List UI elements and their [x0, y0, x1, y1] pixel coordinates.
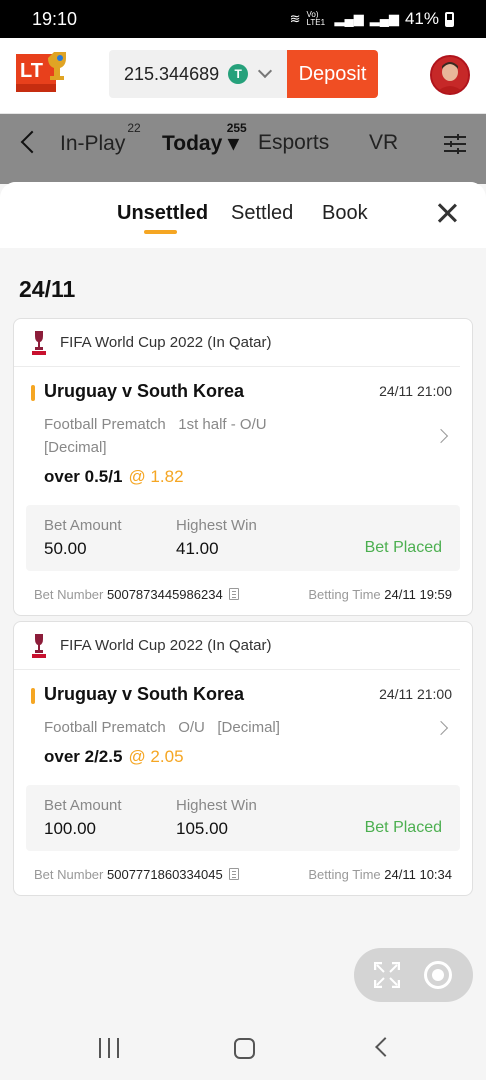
bet-number-value: 5007873445986234: [107, 587, 223, 602]
home-icon[interactable]: [234, 1038, 255, 1059]
tether-coin-icon: T: [228, 64, 249, 84]
battery-percent: 41%: [404, 9, 439, 28]
active-tab-indicator: [144, 230, 177, 234]
pick-row: over 0.5/1 @ 1.82: [44, 467, 472, 487]
betting-time: Betting Time 24/11 10:34: [308, 867, 452, 882]
bet-card: FIFA World Cup 2022 (In Qatar) Uruguay v…: [13, 621, 473, 896]
back-icon[interactable]: [375, 1037, 395, 1057]
signal-icon-2: ▂▄▆: [369, 11, 399, 26]
bet-history-sheet: Unsettled Settled Book 24/11 FIFA World …: [0, 182, 486, 1080]
app-header: LT 215.344689 T Deposit: [0, 38, 486, 114]
odds-format: [Decimal]: [44, 439, 107, 456]
betting-time: Betting Time 24/11 19:59: [308, 587, 452, 602]
status-bar: 19:10 ≋ Vo) LTE1 ▂▄▆ ▂▄▆ 41%: [0, 0, 486, 38]
bet-number: Bet Number 5007873445986234: [34, 587, 239, 602]
card-footer: Bet Number 5007771860334045 Betting Time…: [14, 851, 472, 895]
battery-icon: [445, 11, 454, 27]
tab-unsettled[interactable]: Unsettled: [117, 202, 208, 225]
signal-icon: ▂▄▆: [334, 11, 364, 26]
bet-history-tabs: Unsettled Settled Book: [0, 182, 486, 248]
highest-win-value: 41.00: [176, 539, 219, 558]
chevron-right-icon[interactable]: [433, 720, 449, 736]
bet-number-value: 5007771860334045: [107, 867, 223, 882]
date-heading: 24/11: [19, 276, 76, 302]
match-row[interactable]: Uruguay v South Korea 24/11 21:00: [14, 684, 472, 708]
bet-status: Bet Placed: [364, 539, 442, 556]
nav-tab-esports[interactable]: Esports: [258, 131, 329, 155]
world-cup-icon: [32, 633, 46, 658]
logo-text: LT: [20, 60, 43, 82]
bet-summary: Bet Amount 50.00 Highest Win 41.00 Bet P…: [26, 505, 460, 571]
card-league-header: FIFA World Cup 2022 (In Qatar): [14, 622, 460, 670]
match-indicator: [31, 385, 35, 401]
market-info: Football Prematch 1st half - O/U [Decima…: [44, 413, 344, 459]
bet-card: FIFA World Cup 2022 (In Qatar) Uruguay v…: [13, 318, 473, 616]
bet-amount-value: 100.00: [44, 819, 96, 838]
balance-selector[interactable]: 215.344689 T: [109, 50, 287, 98]
highest-win-label: Highest Win: [176, 797, 257, 814]
highest-win-label: Highest Win: [176, 517, 257, 534]
market-line: Football Prematch 1st half - O/U: [44, 416, 267, 433]
system-navigation-bar: [0, 1018, 486, 1080]
match-title: Uruguay v South Korea: [44, 381, 245, 401]
record-icon[interactable]: [424, 961, 452, 989]
nav-tab-vr[interactable]: VR: [369, 131, 398, 155]
avatar-image: [432, 57, 468, 93]
nav-tab-inplay[interactable]: In-Play22: [60, 121, 141, 156]
floating-widget: [354, 948, 473, 1002]
betting-time-value: 24/11 19:59: [384, 587, 452, 602]
status-icons: ≋ Vo) LTE1 ▂▄▆ ▂▄▆ 41%: [290, 9, 454, 29]
match-title: Uruguay v South Korea: [44, 684, 245, 704]
sports-nav: In-Play22 Today ▾255 Esports VR: [0, 114, 486, 184]
deposit-button[interactable]: Deposit: [287, 50, 378, 98]
pick-selection: over 2/2.5: [44, 747, 123, 766]
pick-row: over 2/2.5 @ 2.05: [44, 747, 472, 767]
logo-icon[interactable]: LT: [16, 50, 68, 98]
copy-icon[interactable]: [228, 588, 239, 600]
match-indicator: [31, 688, 35, 704]
card-footer: Bet Number 5007873445986234 Betting Time…: [14, 571, 472, 615]
copy-icon[interactable]: [228, 868, 239, 880]
highest-win-value: 105.00: [176, 819, 228, 838]
match-row[interactable]: Uruguay v South Korea 24/11 21:00: [14, 381, 472, 405]
market-line: Football Prematch O/U [Decimal]: [44, 719, 280, 736]
market-info: Football Prematch O/U [Decimal]: [44, 716, 344, 739]
nav-tab-today[interactable]: Today ▾255: [162, 121, 247, 156]
pick-selection: over 0.5/1: [44, 467, 123, 486]
tab-book[interactable]: Book: [322, 202, 368, 225]
close-icon[interactable]: [436, 202, 458, 224]
chevron-down-icon: [258, 63, 273, 79]
card-league-header: FIFA World Cup 2022 (In Qatar): [14, 319, 460, 367]
status-time: 19:10: [32, 9, 78, 29]
pick-odds: @ 1.82: [128, 467, 184, 486]
filter-icon[interactable]: [444, 134, 466, 154]
world-cup-icon: [32, 330, 46, 355]
bet-summary: Bet Amount 100.00 Highest Win 105.00 Bet…: [26, 785, 460, 851]
chevron-right-icon[interactable]: [433, 428, 449, 444]
balance-amount: 215.344689: [124, 63, 220, 84]
bet-status: Bet Placed: [364, 819, 442, 836]
league-name: FIFA World Cup 2022 (In Qatar): [60, 334, 272, 351]
match-time: 24/11 21:00: [379, 383, 452, 399]
tab-settled[interactable]: Settled: [231, 202, 293, 225]
recents-icon[interactable]: [99, 1038, 119, 1058]
bet-amount-label: Bet Amount: [44, 797, 122, 814]
expand-icon[interactable]: [374, 962, 400, 988]
bet-number: Bet Number 5007771860334045: [34, 867, 239, 882]
betting-time-value: 24/11 10:34: [384, 867, 452, 882]
match-time: 24/11 21:00: [379, 686, 452, 702]
network-label: Vo) LTE1: [306, 10, 326, 27]
wifi-icon: ≋: [289, 11, 301, 26]
back-arrow-icon[interactable]: [20, 130, 44, 154]
bet-amount-label: Bet Amount: [44, 517, 122, 534]
league-name: FIFA World Cup 2022 (In Qatar): [60, 637, 272, 654]
pick-odds: @ 2.05: [128, 747, 184, 766]
bet-amount-value: 50.00: [44, 539, 87, 558]
avatar[interactable]: [430, 55, 470, 95]
